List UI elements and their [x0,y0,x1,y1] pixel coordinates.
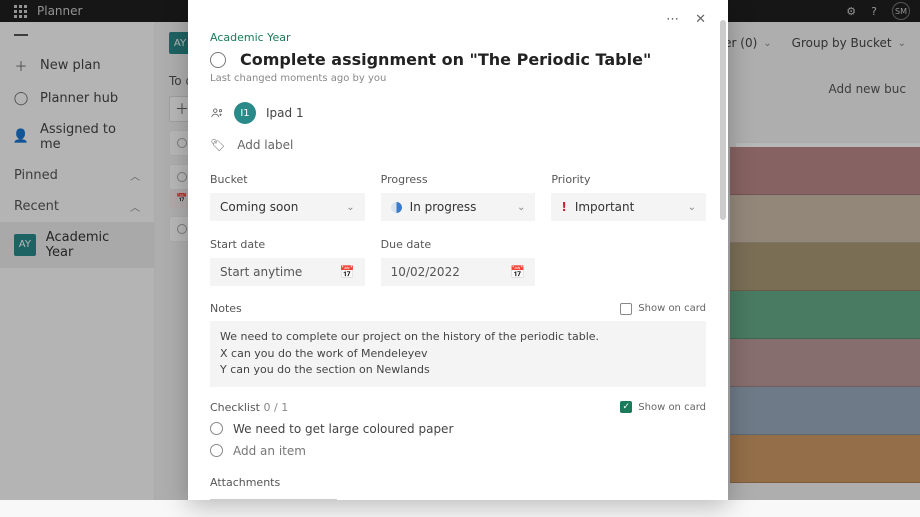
chevron-down-icon: ⌄ [346,202,354,213]
priority-icon: ! [561,200,566,214]
priority-dropdown[interactable]: ! Important ⌄ [551,193,706,221]
task-title[interactable]: Complete assignment on "The Periodic Tab… [240,50,651,69]
task-detail-modal: ⋯ ✕ Academic Year Complete assignment on… [188,0,728,500]
notes-label: Notes [210,302,242,315]
show-on-card-label: Show on card [638,303,706,314]
attachments-label: Attachments [210,476,706,489]
complete-task-radio[interactable] [210,52,226,68]
due-date-label: Due date [381,238,432,251]
notes-line: We need to complete our project on the h… [220,329,696,346]
progress-icon [391,202,402,213]
calendar-icon: 📅 [340,265,355,279]
start-date-input[interactable]: Start anytime 📅 [210,258,365,286]
priority-value: Important [575,200,635,214]
bucket-dropdown[interactable]: Coming soon ⌄ [210,193,365,221]
checklist-label: Checklist [210,401,260,414]
add-checklist-item[interactable]: Add an item [233,444,306,458]
add-assignee-icon[interactable] [210,106,224,120]
add-label-text: Add label [237,138,293,152]
more-options-icon[interactable]: ⋯ [666,12,679,27]
progress-value: In progress [410,200,477,214]
start-date-value: Start anytime [220,265,302,279]
bucket-value: Coming soon [220,200,298,214]
progress-field-label: Progress [381,173,428,186]
plan-name-link[interactable]: Academic Year [210,31,706,44]
notes-line: Y can you do the section on Newlands [220,362,696,379]
notes-textarea[interactable]: We need to complete our project on the h… [210,321,706,387]
checklist-count: 0 / 1 [264,401,289,414]
tag-icon: 🏷 [210,138,225,152]
due-date-value: 10/02/2022 [391,265,460,279]
checklist-item-radio[interactable] [210,422,223,435]
due-date-input[interactable]: 10/02/2022 📅 [381,258,536,286]
show-on-card-label: Show on card [638,402,706,413]
progress-dropdown[interactable]: In progress ⌄ [381,193,536,221]
checklist-add-radio[interactable] [210,444,223,457]
assignee-avatar[interactable]: I1 [234,102,256,124]
start-date-label: Start date [210,238,265,251]
show-on-card-checkbox[interactable]: ✓ [620,401,632,413]
last-changed-text: Last changed moments ago by you [210,73,706,84]
chevron-down-icon: ⌄ [517,202,525,213]
chevron-down-icon: ⌄ [688,202,696,213]
checklist-item-text[interactable]: We need to get large coloured paper [233,422,453,436]
notes-line: X can you do the work of Mendeleyev [220,346,696,363]
bucket-field-label: Bucket [210,173,248,186]
priority-field-label: Priority [551,173,590,186]
add-label-button[interactable]: 🏷 Add label [210,138,706,152]
calendar-icon: 📅 [510,265,525,279]
assignee-name: Ipad 1 [266,106,304,120]
show-on-card-checkbox[interactable] [620,303,632,315]
close-icon[interactable]: ✕ [695,12,706,27]
scrollbar[interactable] [720,20,726,460]
